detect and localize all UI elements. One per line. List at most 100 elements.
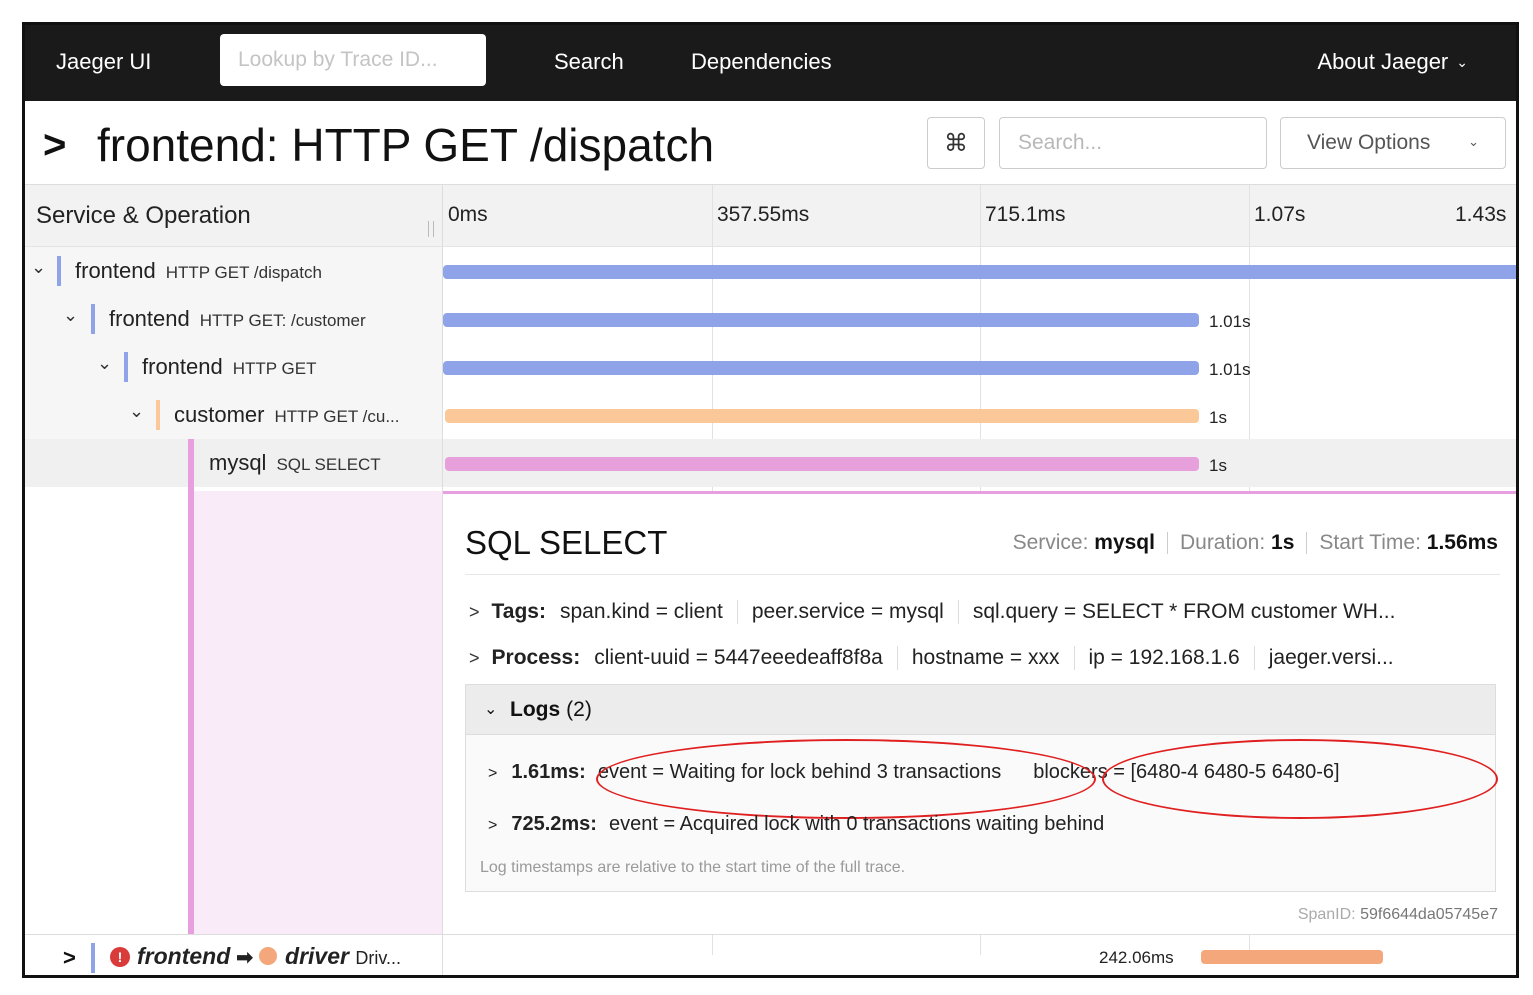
process-item: ip = 192.168.1.6 <box>1073 646 1254 670</box>
span-name-cell[interactable]: ⌄ customer HTTP GET /cu... <box>25 391 442 439</box>
span-id: SpanID: 59f6644da05745e7 <box>1298 906 1498 924</box>
span-bar[interactable] <box>1201 950 1383 964</box>
chevron-down-icon[interactable]: ⌄ <box>97 353 112 374</box>
span-bar[interactable] <box>443 361 1199 375</box>
chevron-right-icon[interactable]: > <box>488 817 497 834</box>
start-time-value: 1.56ms <box>1426 531 1498 554</box>
chevron-down-icon: ⌄ <box>1468 134 1479 149</box>
keyboard-shortcuts-button[interactable]: ⌘ <box>927 117 985 169</box>
time-tick: 1.43s <box>1455 203 1507 226</box>
service-name: customer <box>174 402 265 427</box>
process-row[interactable]: > Process: client-uuid = 5447eeedeaff8f8a h… <box>469 646 1499 670</box>
time-tick: 715.1ms <box>985 203 1066 226</box>
chevron-down-icon[interactable]: ⌄ <box>63 305 78 326</box>
span-bar[interactable] <box>445 457 1199 471</box>
span-duration: 242.06ms <box>1099 948 1174 967</box>
trace-search-input[interactable] <box>999 117 1267 169</box>
span-id-value: 59f6644da05745e7 <box>1360 906 1498 923</box>
span-duration: 1.01s <box>1209 360 1251 379</box>
chevron-down-icon[interactable]: ⌄ <box>31 257 46 278</box>
span-row[interactable]: ⌄ customer HTTP GET /cu... 1s <box>25 391 1516 439</box>
span-timeline-cell[interactable]: 1.01s <box>443 343 1516 391</box>
operation-name: SQL SELECT <box>276 455 381 474</box>
span-duration: 1s <box>1209 456 1227 475</box>
chevron-down-icon[interactable]: ⌄ <box>129 401 144 422</box>
log-entry[interactable]: >1.61ms: event = Waiting for lock behind … <box>488 761 1340 784</box>
service-name: frontend <box>137 943 231 969</box>
jaeger-window: Jaeger UI Search Dependencies About Jaeg… <box>22 22 1519 978</box>
service-label: Service: <box>1012 531 1089 554</box>
service-color-bar <box>91 943 95 973</box>
span-bar[interactable] <box>445 409 1199 423</box>
operation-name: Driv... <box>355 948 402 968</box>
span-row-selected[interactable]: mysql SQL SELECT 1s <box>25 439 1516 487</box>
nav-search-link[interactable]: Search <box>554 49 624 75</box>
process-item: client-uuid = 5447eeedeaff8f8a <box>594 646 883 669</box>
nav-dependencies-link[interactable]: Dependencies <box>691 49 832 75</box>
span-name-cell[interactable]: ⌄ frontend HTTP GET: /customer <box>25 295 442 343</box>
span-row[interactable]: ⌄ frontend HTTP GET 1.01s <box>25 343 1516 391</box>
service-color-bar <box>124 352 128 382</box>
log-entry[interactable]: >725.2ms: event = Acquired lock with 0 tr… <box>488 813 1104 836</box>
view-options-label: View Options <box>1307 131 1431 154</box>
service-value: mysql <box>1094 531 1155 554</box>
operation-name: HTTP GET /dispatch <box>165 263 322 282</box>
log-field: blockers = [6480-4 6480-5 6480-6] <box>1033 761 1340 783</box>
service-operation-header: Service & Operation <box>36 202 251 229</box>
chevron-right-icon[interactable]: > <box>63 945 76 971</box>
time-tick: 1.07s <box>1254 203 1306 226</box>
span-row[interactable]: ⌄ frontend HTTP GET: /customer 1.01s <box>25 295 1516 343</box>
span-name-cell[interactable]: ⌄ frontend HTTP GET <box>25 343 442 391</box>
detail-indent <box>194 491 442 934</box>
column-resize-handle[interactable] <box>428 221 434 237</box>
span-timeline-cell[interactable]: 1.01s <box>443 295 1516 343</box>
span-bar[interactable] <box>443 265 1516 279</box>
span-detail-title: SQL SELECT <box>465 524 668 561</box>
tag-item: sql.query = SELECT * FROM customer WH... <box>957 600 1410 624</box>
service-name: frontend <box>142 354 223 379</box>
chevron-right-icon[interactable]: > <box>469 648 480 668</box>
view-options-dropdown[interactable]: View Options ⌄ <box>1280 117 1506 169</box>
process-item: jaeger.versi... <box>1253 646 1408 670</box>
trace-id-lookup-input[interactable] <box>220 34 486 86</box>
error-icon: ! <box>110 947 130 967</box>
brand-link[interactable]: Jaeger UI <box>56 49 151 75</box>
chevron-down-icon[interactable]: ⌄ <box>484 699 497 719</box>
logs-header[interactable]: ⌄ Logs (2) <box>466 685 1495 735</box>
service-name: driver <box>285 943 349 969</box>
collapse-trace-icon[interactable]: > <box>43 123 66 168</box>
operation-name: HTTP GET <box>232 359 317 378</box>
service-color-bar <box>156 400 160 430</box>
time-tick: 0ms <box>448 203 488 226</box>
span-name-cell[interactable]: ⌄ frontend HTTP GET /dispatch <box>25 247 442 295</box>
span-row[interactable]: > ! frontend ➡ driver Driv... 242.06ms <box>25 934 1516 975</box>
tags-row[interactable]: > Tags: span.kind = client peer.service = m… <box>469 600 1499 624</box>
separator <box>1166 532 1168 555</box>
span-timeline-cell[interactable]: 1s <box>443 439 1516 487</box>
process-label: Process: <box>491 646 581 669</box>
about-jaeger-menu[interactable]: About Jaeger ⌄ <box>1317 49 1468 75</box>
log-field: event = Waiting for lock behind 3 transa… <box>597 761 1002 783</box>
span-name-cell[interactable]: mysql SQL SELECT <box>25 439 442 487</box>
about-label: About Jaeger <box>1317 49 1449 74</box>
operation-name: HTTP GET /cu... <box>274 407 400 426</box>
span-timeline-cell[interactable] <box>443 247 1516 295</box>
start-time-label: Start Time: <box>1319 531 1421 554</box>
tag-item: peer.service = mysql <box>736 600 958 624</box>
duration-value: 1s <box>1271 531 1295 554</box>
span-detail-panel: SQL SELECT Service: mysql Duration: 1s Sta… <box>443 491 1516 934</box>
span-row[interactable]: ⌄ frontend HTTP GET /dispatch <box>25 247 1516 295</box>
logs-label: Logs <box>510 698 561 721</box>
chevron-right-icon[interactable]: > <box>469 602 480 622</box>
log-timestamp: 1.61ms: <box>511 761 586 783</box>
span-timeline-cell[interactable]: 1s <box>443 391 1516 439</box>
operation-name: HTTP GET: /customer <box>199 311 366 330</box>
service-name: frontend <box>75 258 156 283</box>
tag-item: span.kind = client <box>559 600 723 623</box>
service-name: mysql <box>209 450 267 475</box>
time-tick: 357.55ms <box>717 203 810 226</box>
log-timestamp: 725.2ms: <box>511 813 597 835</box>
chevron-right-icon[interactable]: > <box>488 765 497 782</box>
trace-title-bar: > frontend: HTTP GET /dispatch ⌘ View Op… <box>25 101 1516 185</box>
span-bar[interactable] <box>443 313 1199 327</box>
